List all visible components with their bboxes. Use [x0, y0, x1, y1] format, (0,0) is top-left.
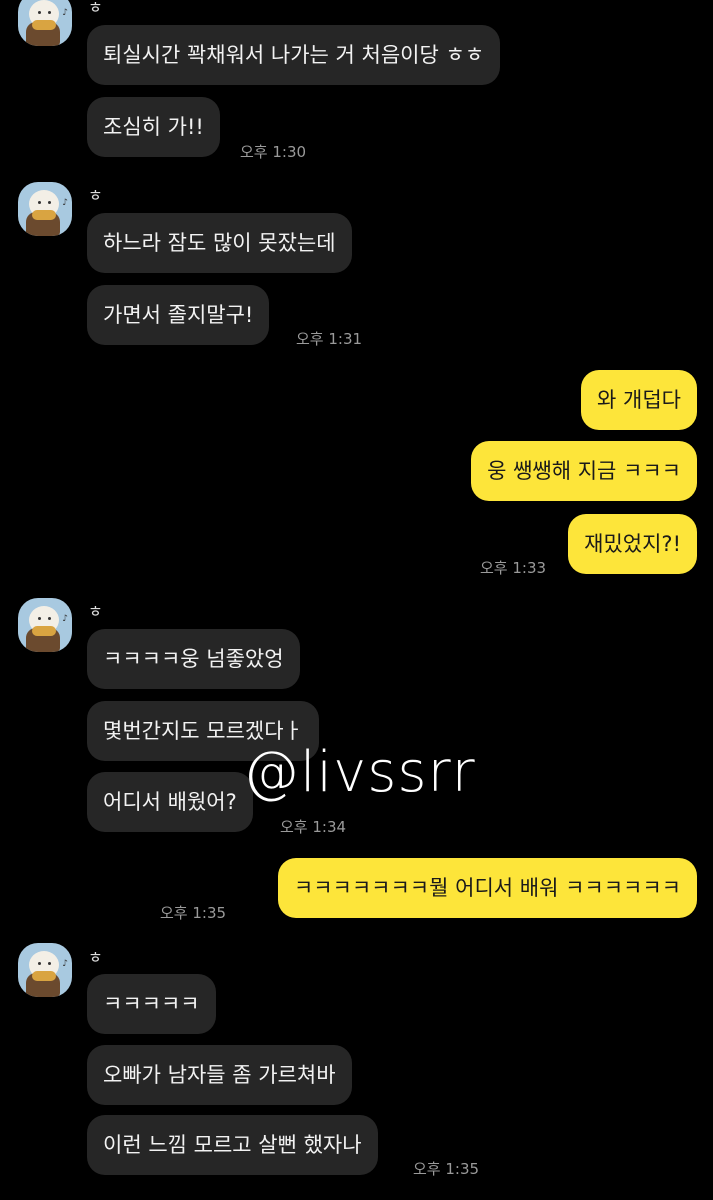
profile-avatar[interactable]: ♪	[18, 0, 72, 46]
message-time: 오후 1:34	[280, 818, 347, 836]
message-time: 오후 1:30	[240, 143, 307, 161]
sender-name: ㅎ	[88, 0, 103, 17]
message-bubble[interactable]: ㅋㅋㅋㅋ웅 넘좋았엉	[87, 629, 300, 689]
message-bubble[interactable]: 퇴실시간 꽉채워서 나가는 거 처음이당 ㅎㅎ	[87, 25, 501, 85]
watermark: @livssrr	[243, 740, 476, 805]
sender-name: ㅎ	[88, 186, 103, 205]
profile-avatar[interactable]: ♪	[18, 943, 72, 997]
profile-avatar[interactable]: ♪	[18, 598, 72, 652]
my-message-bubble[interactable]: ㅋㅋㅋㅋㅋㅋㅋ뭘 어디서 배워 ㅋㅋㅋㅋㅋㅋ	[277, 858, 697, 918]
my-message-bubble[interactable]: 재밌었지?!	[568, 514, 697, 574]
my-message-bubble[interactable]: 와 개덥다	[581, 370, 697, 430]
message-bubble[interactable]: 어디서 배웠어?	[87, 772, 253, 832]
message-time: 오후 1:31	[296, 330, 363, 348]
message-bubble[interactable]: ㅋㅋㅋㅋㅋ	[87, 974, 216, 1034]
message-time: 오후 1:35	[160, 904, 227, 922]
message-bubble[interactable]: 오빠가 남자들 좀 가르쳐바	[87, 1045, 352, 1105]
sender-name: ㅎ	[88, 602, 103, 621]
profile-avatar[interactable]: ♪	[18, 182, 72, 236]
my-message-bubble[interactable]: 웅 쌩쌩해 지금 ㅋㅋㅋ	[471, 441, 697, 501]
message-time: 오후 1:33	[480, 559, 547, 577]
message-bubble[interactable]: 가면서 졸지말구!	[87, 285, 270, 345]
message-bubble[interactable]: 조심히 가!!	[87, 97, 220, 157]
message-bubble[interactable]: 이런 느낌 모르고 살뻔 했자나	[87, 1115, 378, 1175]
message-bubble[interactable]: 하느라 잠도 많이 못잤는데	[87, 213, 352, 273]
message-time: 오후 1:35	[413, 1160, 480, 1178]
sender-name: ㅎ	[88, 948, 103, 967]
